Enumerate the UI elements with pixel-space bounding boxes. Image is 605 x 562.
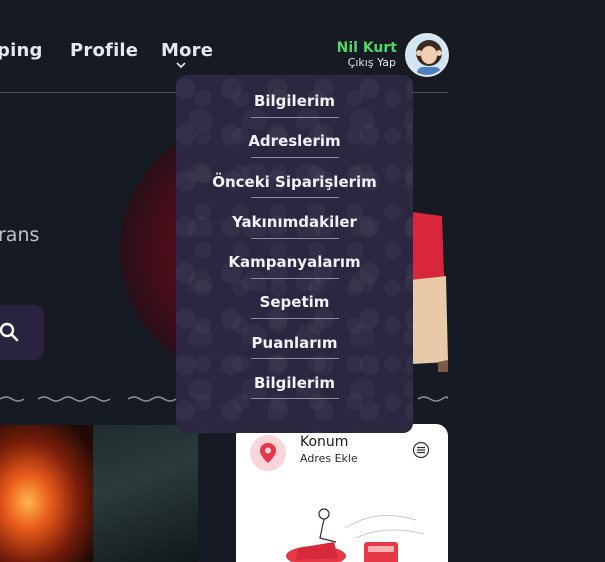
delivery-illustration bbox=[286, 508, 425, 562]
search-icon[interactable] bbox=[0, 322, 20, 342]
menu-divider bbox=[251, 157, 339, 158]
menu-divider bbox=[251, 197, 339, 198]
avatar[interactable] bbox=[405, 33, 449, 77]
menu-item-onceki-siparislerim[interactable]: Önceki Siparişlerim bbox=[176, 173, 413, 191]
menu-item-sepetim[interactable]: Sepetim bbox=[176, 293, 413, 311]
location-pin-icon bbox=[260, 443, 276, 463]
menu-divider bbox=[251, 238, 339, 239]
menu-divider bbox=[251, 398, 339, 399]
avatar-image bbox=[407, 35, 447, 75]
hero-figure-image bbox=[410, 212, 448, 372]
hero-subtitle: rans bbox=[0, 224, 40, 246]
location-pin-badge bbox=[250, 435, 286, 471]
menu-item-puanlarim[interactable]: Puanlarım bbox=[176, 334, 413, 352]
nav-more[interactable]: More bbox=[161, 40, 213, 61]
food-image[interactable] bbox=[93, 425, 198, 562]
chevron-down-icon[interactable] bbox=[176, 62, 186, 69]
nav-profile[interactable]: Profile bbox=[70, 40, 138, 61]
fire-image[interactable] bbox=[0, 425, 93, 562]
menu-item-kampanyalarim[interactable]: Kampanyalarım bbox=[176, 253, 413, 271]
location-card[interactable]: Konum Adres Ekle bbox=[236, 424, 448, 562]
menu-divider bbox=[251, 278, 339, 279]
nav-shopping[interactable]: ping bbox=[0, 40, 43, 61]
location-subtitle[interactable]: Adres Ekle bbox=[300, 452, 358, 465]
menu-divider bbox=[251, 358, 339, 359]
menu-icon[interactable] bbox=[412, 441, 430, 459]
menu-item-adreslerim[interactable]: Adreslerim bbox=[176, 132, 413, 150]
location-title: Konum bbox=[300, 434, 349, 450]
menu-divider bbox=[251, 117, 339, 118]
user-name[interactable]: Nil Kurt bbox=[337, 40, 397, 56]
menu-item-bilgilerim[interactable]: Bilgilerim bbox=[176, 92, 413, 110]
menu-item-yakinimdakiler[interactable]: Yakınımdakiler bbox=[176, 213, 413, 231]
logout-link[interactable]: Çıkış Yap bbox=[348, 56, 396, 69]
menu-divider bbox=[251, 318, 339, 319]
more-dropdown-menu: Bilgilerim Adreslerim Önceki Siparişleri… bbox=[176, 75, 413, 433]
menu-item-bilgilerim-2[interactable]: Bilgilerim bbox=[176, 374, 413, 392]
